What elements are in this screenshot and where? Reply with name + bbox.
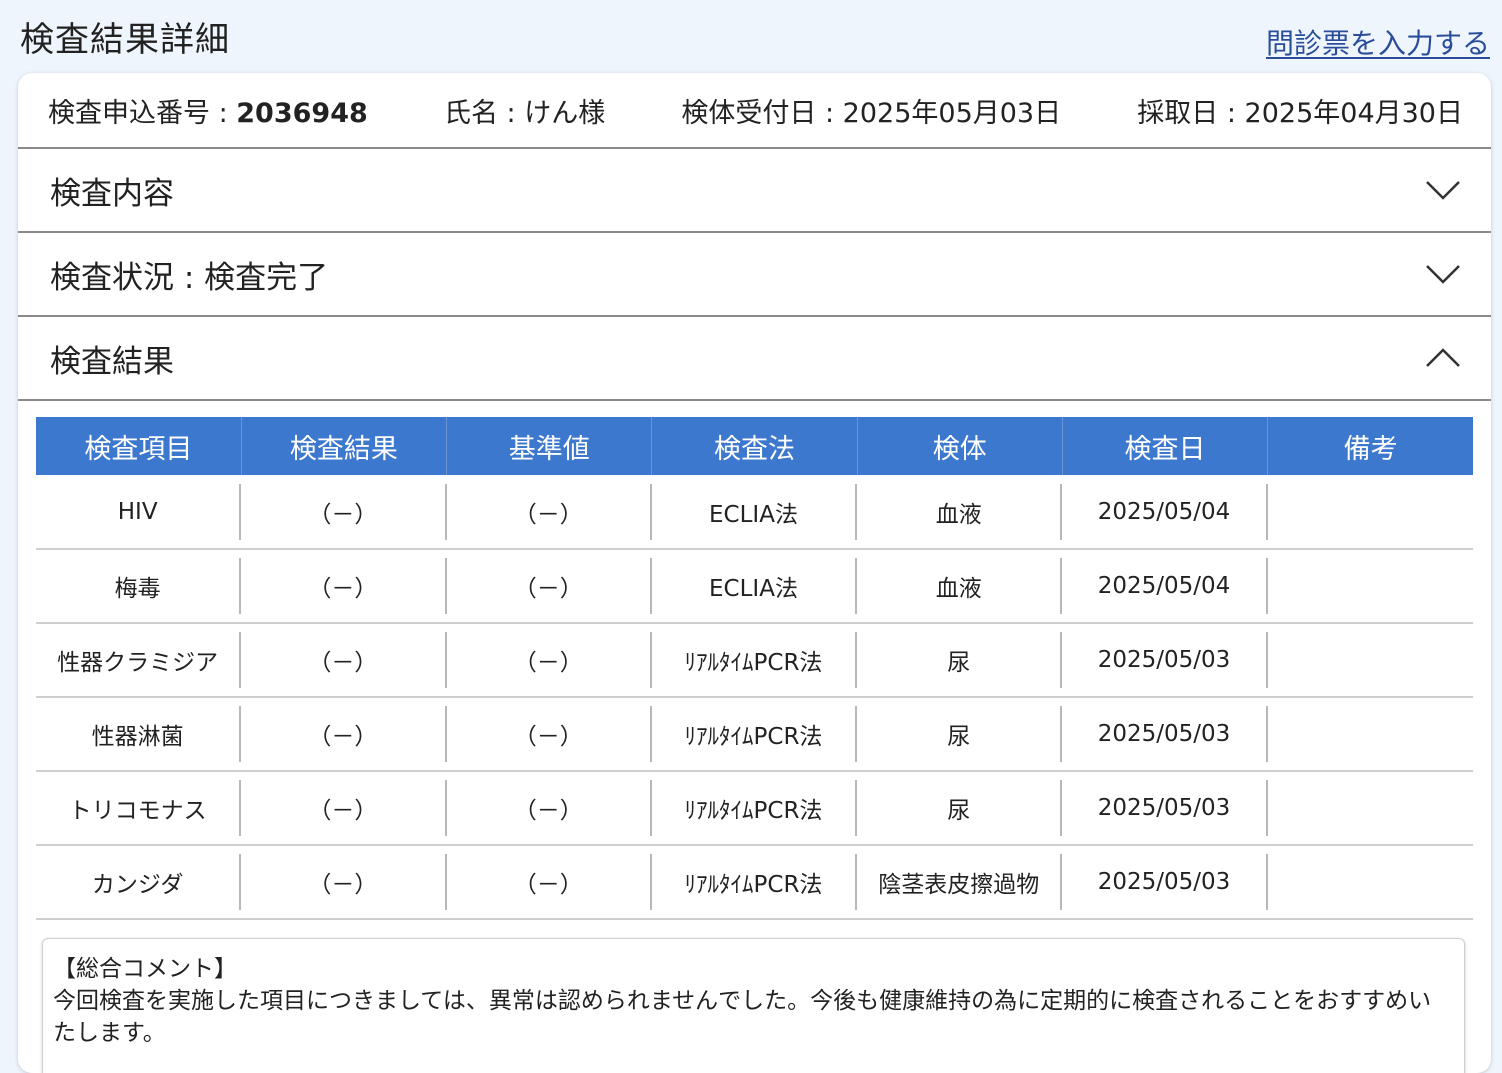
table-row: カンジダ （－） （－） ﾘｱﾙﾀｲﾑPCR法 陰茎表皮擦過物 2025/05/… (36, 845, 1473, 920)
table-row: HIV （－） （－） ECLIA法 血液 2025/05/04 (36, 475, 1473, 550)
cell-date: 2025/05/03 (1062, 632, 1268, 688)
cell-date: 2025/05/04 (1062, 558, 1268, 614)
cell-item: 性器クラミジア (36, 632, 242, 688)
cell-result: （－） (241, 706, 447, 762)
accordion-status[interactable]: 検査状況 : 検査完了 (18, 233, 1491, 317)
column-header-item: 検査項目 (36, 417, 242, 475)
cell-reference: （－） (447, 558, 652, 614)
page-header: 検査結果詳細 問診票を入力する (0, 0, 1502, 72)
cell-remarks (1268, 706, 1473, 762)
table-row: 性器クラミジア （－） （－） ﾘｱﾙﾀｲﾑPCR法 尿 2025/05/03 (36, 623, 1473, 698)
column-header-reference: 基準値 (446, 417, 653, 475)
column-header-remarks: 備考 (1267, 417, 1473, 475)
patient-name: 氏名 : けん様 (443, 97, 606, 129)
cell-method: ECLIA法 (652, 483, 858, 540)
table-row: トリコモナス （－） （－） ﾘｱﾙﾀｲﾑPCR法 尿 2025/05/03 (36, 771, 1473, 846)
accordion-status-title: 検査状況 : 検査完了 (50, 259, 329, 296)
results-table: 検査項目 検査結果 基準値 検査法 検体 検査日 備考 HIV （－） （－） … (36, 417, 1473, 920)
cell-reference: （－） (447, 483, 652, 540)
accordion-results-title: 検査結果 (50, 343, 174, 380)
cell-date: 2025/05/03 (1062, 854, 1268, 910)
cell-remarks (1268, 854, 1473, 910)
table-row: 梅毒 （－） （－） ECLIA法 血液 2025/05/04 (36, 549, 1473, 624)
comment-heading: 【総合コメント】 (53, 956, 237, 982)
cell-remarks (1268, 484, 1473, 540)
cell-item: トリコモナス (36, 780, 242, 836)
info-row: 検査申込番号 : 2036948 氏名 : けん様 検体受付日 : 2025年0… (18, 73, 1491, 149)
cell-remarks (1268, 558, 1473, 614)
cell-specimen: 尿 (857, 780, 1063, 836)
chevron-down-icon (1426, 265, 1460, 284)
cell-specimen: 陰茎表皮擦過物 (857, 854, 1063, 910)
collection-date: 採取日 : 2025年04月30日 (1137, 97, 1463, 129)
questionnaire-link[interactable]: 問診票を入力する (1266, 22, 1490, 62)
cell-item: HIV (36, 483, 242, 540)
cell-date: 2025/05/03 (1062, 780, 1268, 836)
cell-item: 梅毒 (36, 558, 242, 614)
accordion-results[interactable]: 検査結果 (18, 317, 1491, 401)
cell-date: 2025/05/04 (1062, 483, 1268, 540)
cell-method: ﾘｱﾙﾀｲﾑPCR法 (652, 706, 858, 762)
cell-method: ﾘｱﾙﾀｲﾑPCR法 (652, 632, 858, 688)
overall-comment: 【総合コメント】 今回検査を実施した項目につきましては、異常は認められませんでし… (42, 938, 1465, 1073)
page-title: 検査結果詳細 (20, 20, 230, 60)
cell-specimen: 血液 (857, 483, 1063, 540)
cell-result: （－） (241, 854, 447, 910)
cell-remarks (1268, 780, 1473, 836)
column-header-result: 検査結果 (241, 417, 448, 475)
cell-method: ﾘｱﾙﾀｲﾑPCR法 (652, 780, 858, 836)
application-number-label: 検査申込番号 : (48, 97, 237, 129)
application-number-value: 2036948 (236, 97, 368, 129)
table-row: 性器淋菌 （－） （－） ﾘｱﾙﾀｲﾑPCR法 尿 2025/05/03 (36, 697, 1473, 772)
cell-result: （－） (241, 780, 447, 836)
accordion-content[interactable]: 検査内容 (18, 149, 1491, 233)
cell-result: （－） (241, 483, 447, 540)
column-header-date: 検査日 (1062, 417, 1269, 475)
cell-reference: （－） (447, 854, 652, 910)
cell-item: カンジダ (36, 854, 242, 910)
cell-method: ECLIA法 (652, 558, 858, 614)
chevron-up-icon (1426, 348, 1460, 367)
chevron-down-icon (1426, 181, 1460, 200)
cell-reference: （－） (447, 780, 652, 836)
cell-result: （－） (241, 632, 447, 688)
result-card: 検査申込番号 : 2036948 氏名 : けん様 検体受付日 : 2025年0… (18, 73, 1491, 1073)
cell-specimen: 血液 (857, 558, 1063, 614)
accordion-content-title: 検査内容 (50, 175, 174, 212)
cell-date: 2025/05/03 (1062, 706, 1268, 762)
column-header-method: 検査法 (651, 417, 858, 475)
received-date: 検体受付日 : 2025年05月03日 (681, 97, 1062, 129)
comment-body: 今回検査を実施した項目につきましては、異常は認められませんでした。今後も健康維持… (53, 988, 1432, 1046)
cell-remarks (1268, 632, 1473, 688)
application-number: 検査申込番号 : 2036948 (48, 91, 368, 130)
cell-method: ﾘｱﾙﾀｲﾑPCR法 (652, 854, 858, 910)
table-header-row: 検査項目 検査結果 基準値 検査法 検体 検査日 備考 (36, 417, 1473, 475)
cell-result: （－） (241, 558, 447, 614)
cell-reference: （－） (447, 632, 652, 688)
cell-specimen: 尿 (857, 706, 1063, 762)
column-header-specimen: 検体 (857, 417, 1063, 475)
results-panel: 検査項目 検査結果 基準値 検査法 検体 検査日 備考 HIV （－） （－） … (18, 401, 1491, 1073)
cell-item: 性器淋菌 (36, 706, 242, 762)
cell-specimen: 尿 (857, 632, 1063, 688)
cell-reference: （－） (447, 706, 652, 762)
